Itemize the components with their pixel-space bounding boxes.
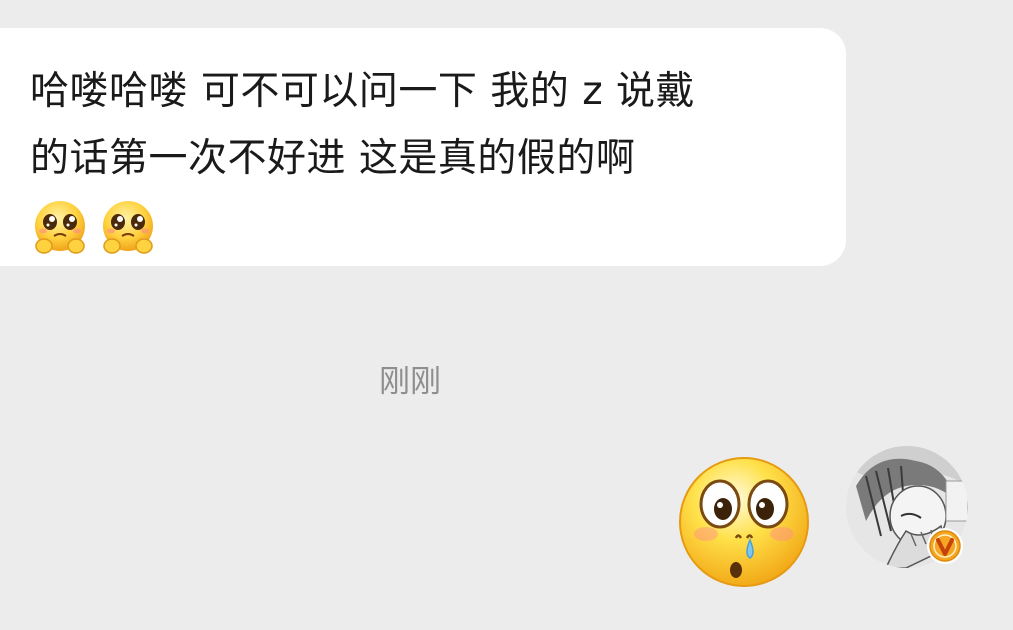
pleading-face-icon xyxy=(103,201,153,254)
message-timestamp: 刚刚 xyxy=(379,364,441,400)
message-line-2: 的话第一次不好进 这是真的假的啊 xyxy=(30,136,636,181)
pleading-face-icon xyxy=(35,201,85,254)
shocked-face-icon[interactable] xyxy=(676,454,812,590)
message-line-1: 哈喽哈喽 可不可以问一下 我的 z 说戴 xyxy=(30,69,696,114)
sender-avatar[interactable] xyxy=(846,446,968,568)
message-emoji-row xyxy=(30,198,812,258)
incoming-message-bubble[interactable]: 哈喽哈喽 可不可以问一下 我的 z 说戴 的话第一次不好进 这是真的假的啊 xyxy=(0,28,846,266)
message-text: 哈喽哈喽 可不可以问一下 我的 z 说戴 的话第一次不好进 这是真的假的啊 xyxy=(30,58,812,192)
